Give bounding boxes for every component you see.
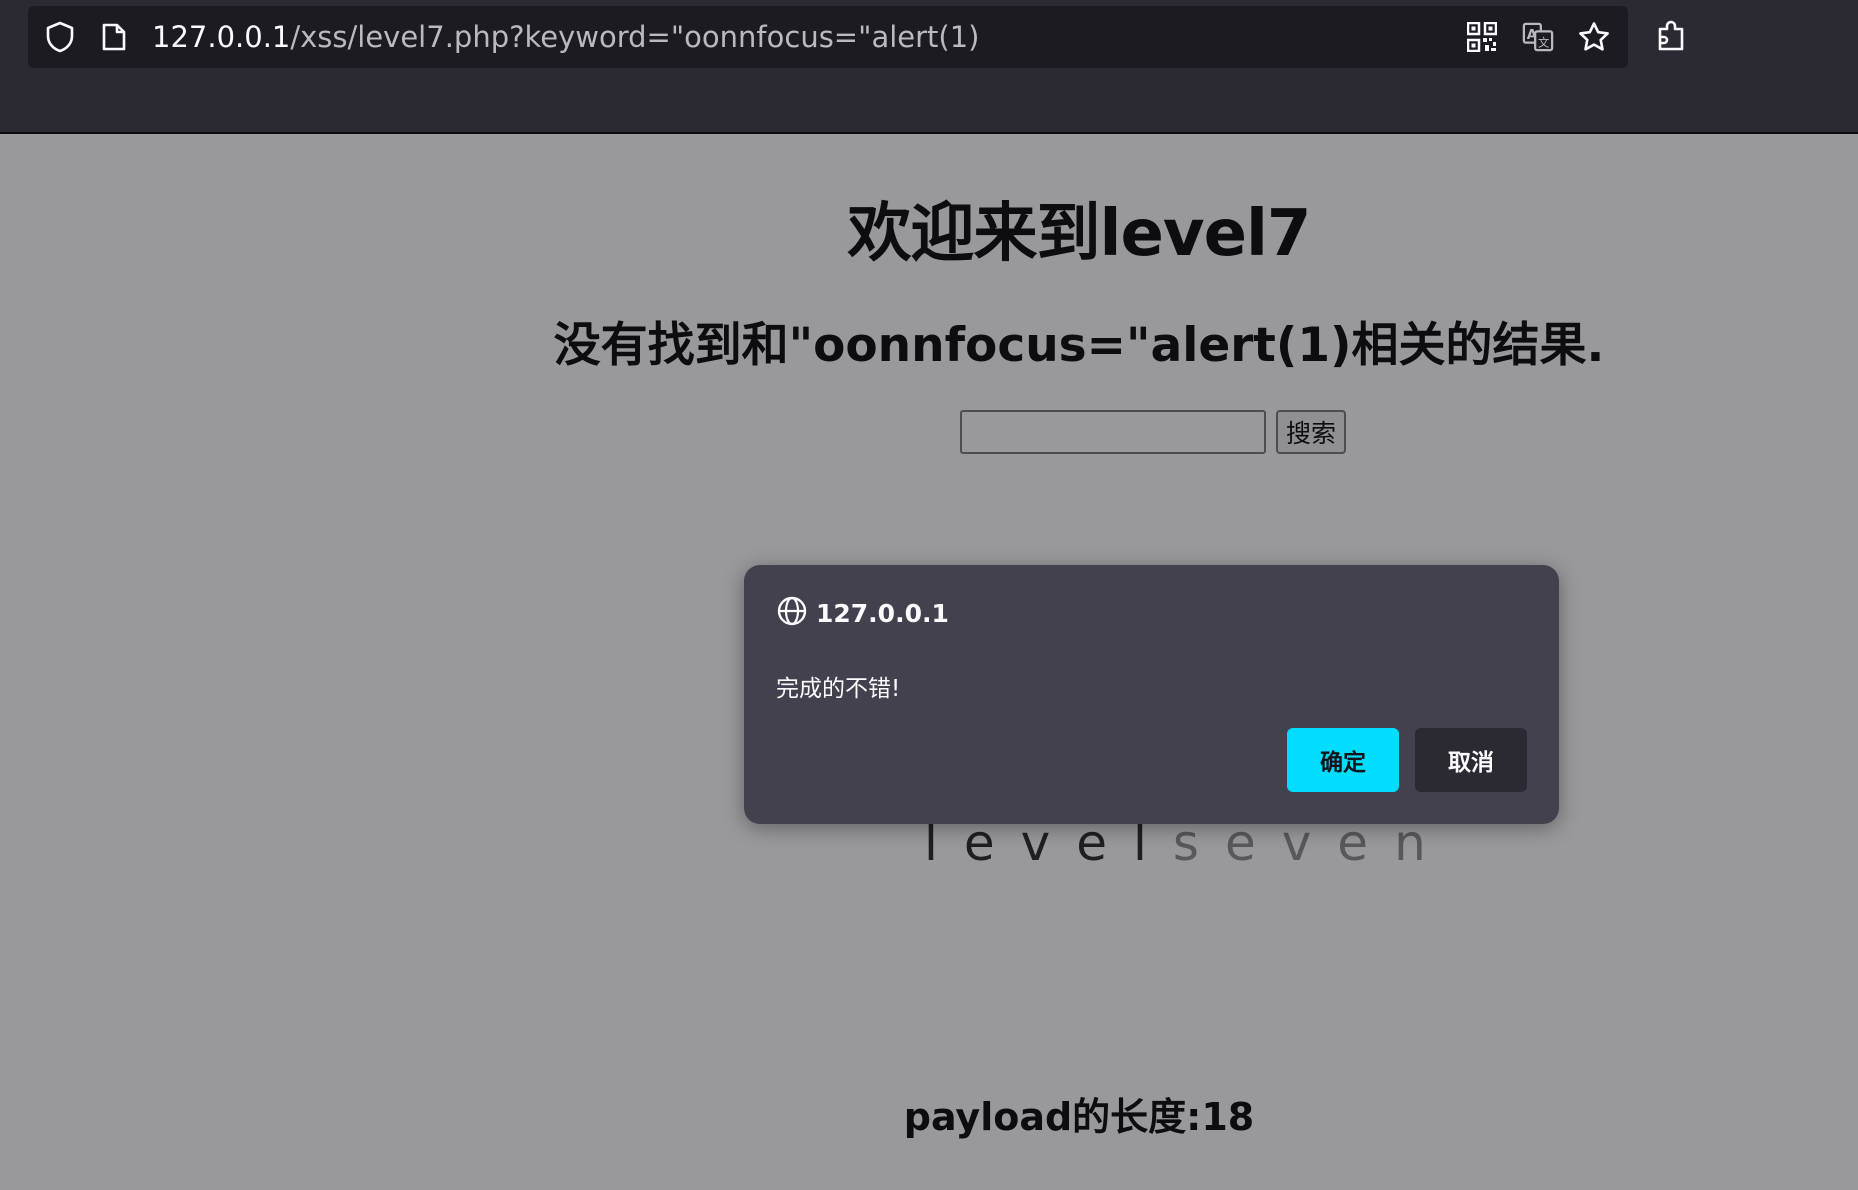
extensions-icon[interactable] bbox=[1654, 18, 1690, 54]
translate-icon[interactable]: A 文 bbox=[1522, 21, 1554, 53]
dialog-message: 完成的不错! bbox=[776, 676, 901, 702]
qr-code-icon[interactable] bbox=[1466, 21, 1498, 53]
shield-icon[interactable] bbox=[44, 21, 76, 53]
dialog-header: 127.0.0.1 bbox=[776, 595, 949, 631]
page-icon[interactable] bbox=[98, 21, 130, 53]
alert-dialog: 127.0.0.1 完成的不错! 确定 取消 bbox=[744, 565, 1559, 824]
url-path: /xss/level7.php?keyword="oonnfocus="aler… bbox=[290, 20, 980, 54]
ok-button[interactable]: 确定 bbox=[1287, 728, 1399, 792]
address-bar[interactable]: 127.0.0.1/xss/level7.php?keyword="oonnfo… bbox=[28, 6, 1628, 68]
globe-icon bbox=[776, 595, 808, 631]
url-text[interactable]: 127.0.0.1/xss/level7.php?keyword="oonnfo… bbox=[152, 6, 980, 68]
browser-toolbar: 127.0.0.1/xss/level7.php?keyword="oonnfo… bbox=[0, 0, 1858, 134]
dialog-actions: 确定 取消 bbox=[1287, 728, 1527, 792]
url-host: 127.0.0.1 bbox=[152, 20, 291, 54]
dialog-title: 127.0.0.1 bbox=[816, 598, 949, 628]
cancel-button[interactable]: 取消 bbox=[1415, 728, 1527, 792]
svg-text:文: 文 bbox=[1538, 35, 1549, 49]
star-icon[interactable] bbox=[1578, 21, 1610, 53]
